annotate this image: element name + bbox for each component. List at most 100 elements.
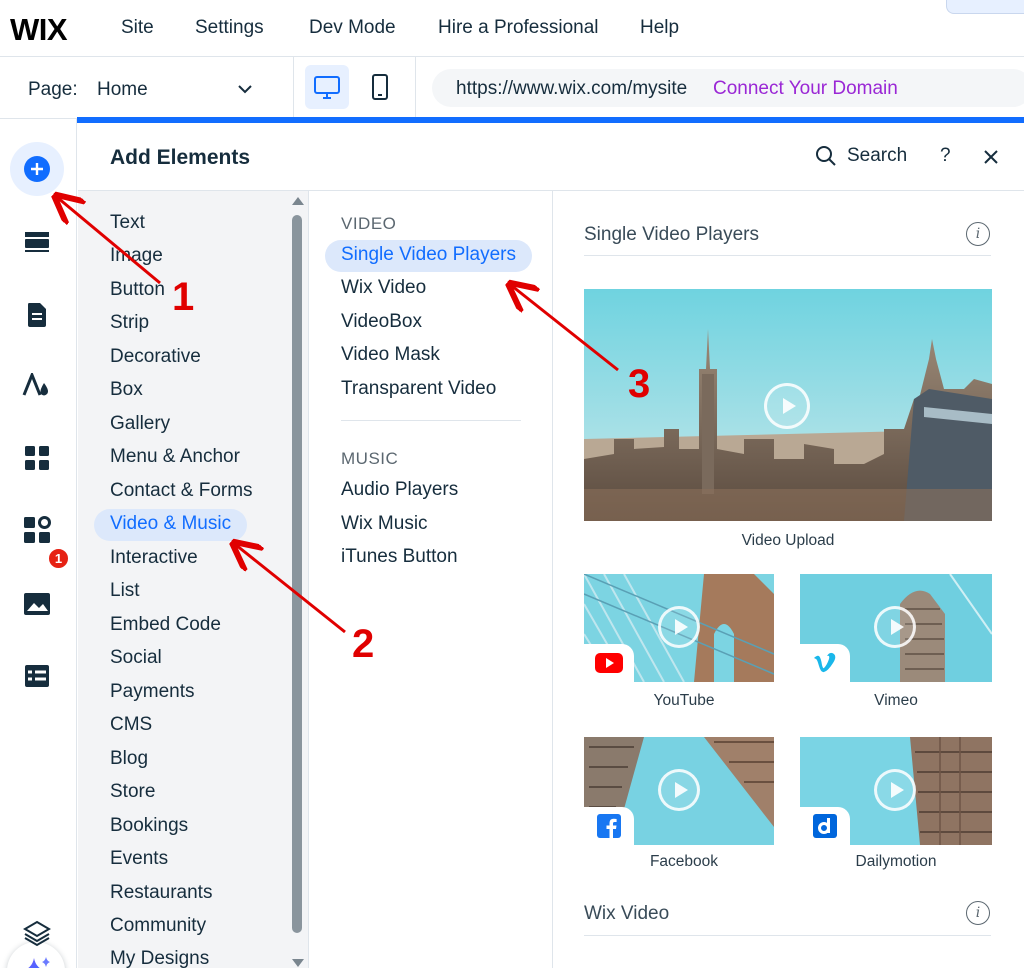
cms-button[interactable] (10, 649, 64, 703)
mobile-view-button[interactable] (358, 65, 402, 109)
scroll-down-arrow[interactable] (292, 959, 304, 967)
theme-button[interactable] (10, 359, 64, 413)
subcategory-single-video-players[interactable]: Single Video Players (325, 240, 532, 272)
corner-tab[interactable] (946, 0, 1024, 14)
desktop-icon (314, 76, 340, 99)
category-strip[interactable]: Strip (94, 308, 165, 340)
subcategory-wix-music[interactable]: Wix Music (325, 509, 444, 541)
layers-icon (23, 920, 51, 947)
info-icon[interactable]: i (966, 901, 990, 925)
subcategory-itunes-button[interactable]: iTunes Button (325, 542, 474, 574)
play-button[interactable] (874, 606, 916, 648)
wix-logo[interactable]: WIX (10, 12, 68, 48)
vimeo-player-thumbnail[interactable] (800, 574, 992, 682)
dailymotion-logo (800, 807, 850, 845)
youtube-caption: YouTube (653, 692, 715, 709)
media-button[interactable] (10, 577, 64, 631)
site-url[interactable]: https://www.wix.com/mysite (456, 78, 687, 100)
search-icon (816, 146, 836, 166)
scroll-up-arrow[interactable] (292, 197, 304, 205)
info-icon[interactable]: i (966, 222, 990, 246)
subcategory-videobox[interactable]: VideoBox (325, 307, 438, 339)
apps-button[interactable] (10, 431, 64, 485)
element-preview: Single Video Players i Video Upload YouT… (554, 191, 1024, 968)
close-icon[interactable] (983, 149, 999, 165)
category-contact-forms[interactable]: Contact & Forms (94, 476, 269, 508)
menu-site[interactable]: Site (121, 17, 154, 39)
youtube-logo (584, 644, 634, 682)
subcategory-transparent-video[interactable]: Transparent Video (325, 374, 512, 406)
search-button[interactable]: Search (815, 145, 907, 167)
category-scrollbar[interactable] (290, 191, 304, 968)
site-url-bar: https://www.wix.com/mysite Connect Your … (432, 69, 1024, 107)
category-restaurants[interactable]: Restaurants (94, 878, 228, 910)
panel-title: Add Elements (110, 146, 251, 169)
menu-dev-mode[interactable]: Dev Mode (309, 17, 396, 39)
layers-button[interactable] (10, 906, 64, 960)
category-social[interactable]: Social (94, 643, 178, 675)
youtube-player-thumbnail[interactable] (584, 574, 774, 682)
add-elements-button[interactable] (10, 142, 64, 196)
page-label: Page: (28, 79, 78, 100)
category-embed-code[interactable]: Embed Code (94, 610, 237, 642)
add-elements-panel-header: Add Elements Search ? (78, 123, 1024, 191)
pages-button[interactable] (10, 288, 64, 342)
vimeo-caption: Vimeo (874, 692, 918, 709)
sections-icon (25, 232, 49, 252)
category-store[interactable]: Store (94, 777, 171, 809)
category-interactive[interactable]: Interactive (94, 543, 214, 575)
sections-button[interactable] (10, 215, 64, 269)
desktop-view-button[interactable] (305, 65, 349, 109)
category-blog[interactable]: Blog (94, 744, 164, 776)
step-number-2: 2 (352, 622, 375, 666)
mobile-icon (372, 74, 388, 100)
connect-domain-link[interactable]: Connect Your Domain (713, 78, 898, 100)
category-events[interactable]: Events (94, 844, 184, 876)
category-cms[interactable]: CMS (94, 710, 168, 742)
menu-hire-professional[interactable]: Hire a Professional (438, 17, 599, 39)
play-button[interactable] (658, 606, 700, 648)
category-decorative[interactable]: Decorative (94, 342, 217, 374)
page-selector[interactable]: Home (97, 79, 148, 101)
category-my-designs[interactable]: My Designs (94, 944, 225, 968)
dailymotion-player-thumbnail[interactable] (800, 737, 992, 845)
play-button[interactable] (874, 769, 916, 811)
category-box[interactable]: Box (94, 375, 159, 407)
music-heading: MUSIC (341, 449, 399, 468)
category-gallery[interactable]: Gallery (94, 409, 186, 441)
play-button[interactable] (764, 383, 810, 429)
search-label: Search (847, 145, 908, 166)
youtube-icon (595, 653, 623, 673)
subcategory-audio-players[interactable]: Audio Players (325, 475, 474, 507)
category-bookings[interactable]: Bookings (94, 811, 204, 843)
left-toolbar: 1 (0, 119, 77, 968)
facebook-player-thumbnail[interactable] (584, 737, 774, 845)
category-image[interactable]: Image (94, 241, 179, 273)
divider (415, 57, 416, 119)
divider (584, 935, 991, 936)
divider (584, 255, 991, 256)
category-menu-anchor[interactable]: Menu & Anchor (94, 442, 256, 474)
menu-help[interactable]: Help (640, 17, 679, 39)
category-payments[interactable]: Payments (94, 677, 210, 709)
business-apps-icon (24, 516, 51, 543)
theme-icon (22, 373, 48, 396)
category-community[interactable]: Community (94, 911, 222, 943)
divider (293, 57, 294, 119)
dailymotion-icon (813, 814, 837, 838)
category-list[interactable]: List (94, 576, 156, 608)
category-button[interactable]: Button (94, 275, 181, 307)
help-button[interactable]: ? (940, 145, 951, 167)
category-video-music[interactable]: Video & Music (94, 509, 248, 541)
wix-video-section-title: Wix Video (584, 903, 670, 924)
category-text[interactable]: Text (94, 208, 161, 240)
scrollbar-thumb[interactable] (292, 215, 302, 933)
menu-settings[interactable]: Settings (195, 17, 264, 39)
subcategory-video-mask[interactable]: Video Mask (325, 340, 456, 372)
play-button[interactable] (658, 769, 700, 811)
step-number-3: 3 (628, 362, 651, 406)
top-menu-bar: WIX Site Settings Dev Mode Hire a Profes… (0, 0, 1024, 57)
pages-icon (28, 303, 46, 327)
chevron-down-icon[interactable] (235, 79, 255, 99)
subcategory-wix-video[interactable]: Wix Video (325, 273, 442, 305)
